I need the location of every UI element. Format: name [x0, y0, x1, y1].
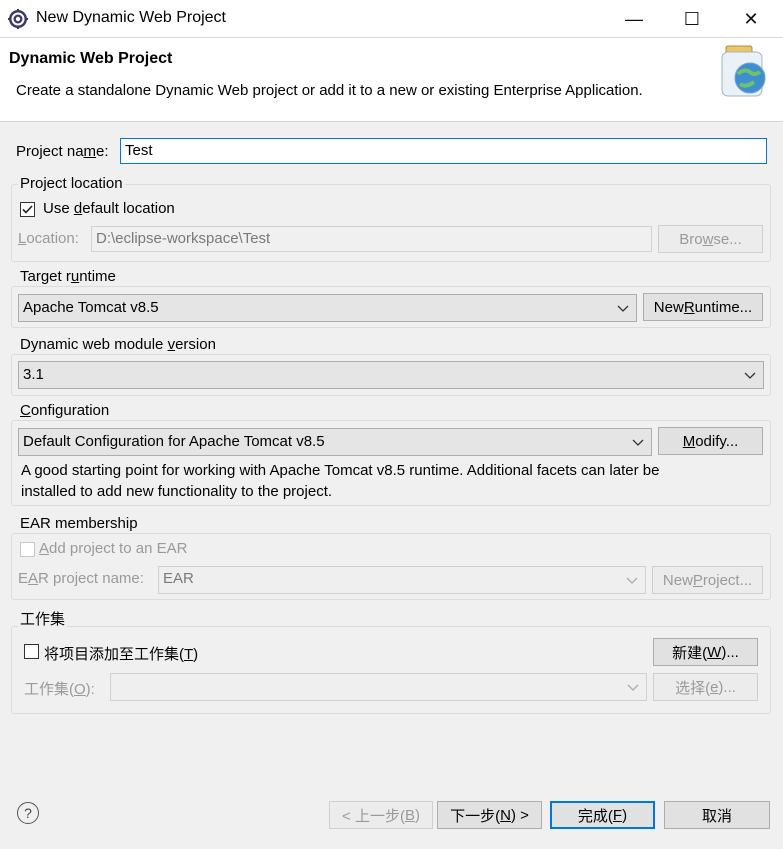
chevron-down-icon [632, 439, 644, 446]
configuration-value: Default Configuration for Apache Tomcat … [23, 433, 325, 450]
configuration-label: Configuration [18, 402, 112, 419]
add-to-working-set-label: 将项目添加至工作集(T) [44, 646, 199, 663]
browse-button[interactable]: Bro w se... [658, 225, 763, 253]
working-set-label: 工作集 [18, 608, 68, 629]
add-to-ear-checkbox[interactable] [20, 542, 35, 557]
project-name-label: Project name: [16, 143, 109, 160]
use-default-location-checkbox[interactable] [20, 202, 35, 217]
help-icon[interactable]: ? [17, 802, 39, 824]
finish-button[interactable]: 完成(F) [550, 801, 655, 829]
configuration-description-line2: installed to add new functionality to th… [21, 483, 333, 500]
close-icon: ✕ [743, 8, 759, 29]
wizard-title: Dynamic Web Project [9, 50, 173, 67]
project-name-input[interactable]: Test [120, 138, 767, 164]
module-version-label: Dynamic web module version [18, 336, 218, 353]
web-project-banner-icon [721, 45, 766, 97]
checkmark-icon [22, 205, 33, 214]
select-working-set-button[interactable]: 选择(e)... [653, 673, 758, 701]
configuration-select[interactable]: Default Configuration for Apache Tomcat … [18, 428, 652, 456]
target-runtime-value: Apache Tomcat v8.5 [23, 299, 159, 316]
ear-project-name-label: EAR project name: [18, 570, 144, 587]
target-runtime-select[interactable]: Apache Tomcat v8.5 [18, 294, 637, 322]
use-default-location-label: Use default location [43, 200, 175, 217]
window-title: New Dynamic Web Project [36, 9, 226, 26]
eclipse-icon [8, 9, 28, 29]
chevron-down-icon [617, 305, 629, 312]
wizard-description: Create a standalone Dynamic Web project … [16, 82, 643, 99]
new-runtime-button[interactable]: New Runtime... [643, 293, 763, 321]
project-location-label: Project location [18, 175, 125, 192]
working-sets-select[interactable] [110, 673, 647, 701]
working-sets-label: 工作集(O): [24, 681, 95, 698]
module-version-select[interactable]: 3.1 [18, 361, 764, 389]
minimize-button[interactable]: — [605, 0, 663, 38]
new-ear-project-button[interactable]: New Project... [652, 566, 763, 594]
chevron-down-icon [744, 372, 756, 379]
maximize-button[interactable]: ☐ [663, 0, 721, 38]
add-to-working-set-checkbox[interactable] [24, 644, 39, 659]
location-input[interactable]: D:\eclipse-workspace\Test [91, 226, 652, 252]
location-label: Location: [18, 230, 79, 247]
ear-membership-label: EAR membership [18, 515, 140, 532]
close-button[interactable]: ✕ [722, 0, 780, 38]
new-working-set-button[interactable]: 新建(W)... [653, 638, 758, 666]
next-button[interactable]: 下一步(N) > [437, 801, 542, 829]
cancel-button[interactable]: 取消 [664, 801, 770, 829]
chevron-down-icon [626, 577, 638, 584]
module-version-value: 3.1 [23, 366, 44, 383]
ear-project-name-value: EAR [163, 570, 194, 587]
add-to-ear-label: Add project to an EAR [39, 540, 188, 557]
configuration-description-line1: A good starting point for working with A… [21, 462, 660, 479]
maximize-icon: ☐ [683, 8, 701, 29]
target-runtime-label: Target runtime [18, 268, 118, 285]
minimize-icon: — [625, 8, 643, 29]
back-button[interactable]: < 上一步(B) [329, 801, 433, 829]
chevron-down-icon [627, 684, 639, 691]
modify-button[interactable]: Modify... [658, 427, 763, 455]
ear-project-name-select[interactable]: EAR [158, 566, 646, 594]
